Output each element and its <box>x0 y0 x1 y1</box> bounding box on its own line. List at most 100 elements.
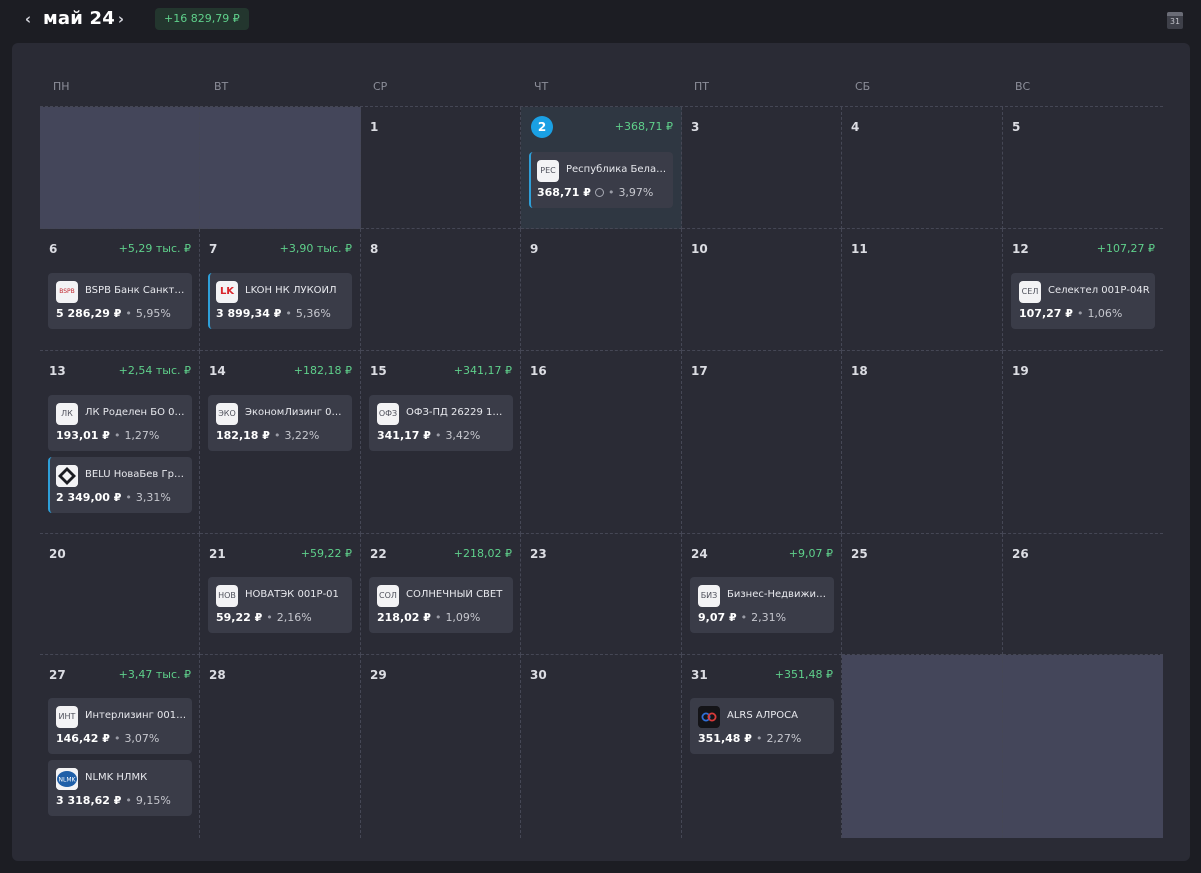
day-number: 22 <box>370 547 387 561</box>
payment-name: ЛК Роделен БО 001Р <box>85 407 187 418</box>
month-title: май 24 <box>43 8 115 29</box>
payment-card[interactable]: LK LKOH НК ЛУКОЙЛ 3 899,34 ₽ • 5,36% <box>208 273 352 329</box>
payment-amount: 5 286,29 ₽ <box>56 307 122 320</box>
svg-text:NLMK: NLMK <box>59 777 77 784</box>
day-cell-22[interactable]: 22 +218,02 ₽ СОЛ СОЛНЕЧНЫЙ СВЕТ 218,02 ₽… <box>361 534 521 655</box>
payment-name: BSPB Банк Санкт-Петербург <box>85 285 187 296</box>
day-cell-17[interactable]: 17 <box>682 351 842 534</box>
day-number: 18 <box>851 364 868 378</box>
day-cell-9[interactable]: 9 <box>521 229 682 351</box>
weekday-wed: СР <box>373 80 388 93</box>
day-cell-5[interactable]: 5 <box>1003 107 1163 229</box>
day-cell-4[interactable]: 4 <box>842 107 1003 229</box>
day-cell-27[interactable]: 27 +3,47 тыс. ₽ ИНТ Интерлизинг 001Р-05 … <box>40 655 200 838</box>
weekday-mon: ПН <box>53 80 70 93</box>
day-cell-30[interactable]: 30 <box>521 655 682 838</box>
separator-dot: • <box>1076 307 1084 320</box>
payment-amount: 182,18 ₽ <box>216 429 270 442</box>
payment-card[interactable]: ALRS АЛРОСА 351,48 ₽ • 2,27% <box>690 698 834 754</box>
payment-card[interactable]: БИЗ Бизнес-Недвижимость 9,07 ₽•2,31% <box>690 577 834 633</box>
day-number: 10 <box>691 242 708 256</box>
day-cell-6[interactable]: 6 +5,29 тыс. ₽ BSPB BSPB Банк Санкт-Пете… <box>40 229 200 351</box>
payment-card[interactable]: СЕЛ Селектел 001Р-04R 107,27 ₽ • 1,06% <box>1011 273 1155 329</box>
day-number: 30 <box>530 668 547 682</box>
day-cell-16[interactable]: 16 <box>521 351 682 534</box>
day-number: 25 <box>851 547 868 561</box>
day-number: 27 <box>49 668 66 682</box>
day-cell-21[interactable]: 21 +59,22 ₽ НОВ НОВАТЭК 001Р-01 59,22 ₽ •… <box>200 534 361 655</box>
day-number: 8 <box>370 242 379 256</box>
payment-amount-row: 146,42 ₽ • 3,07% <box>56 732 159 745</box>
day-cell-25[interactable]: 25 <box>842 534 1003 655</box>
day-cell-3[interactable]: 3 <box>682 107 842 229</box>
chevron-right-icon[interactable]: › <box>112 9 130 29</box>
day-cell-13[interactable]: 13 +2,54 тыс. ₽ ЛК ЛК Роделен БО 001Р 19… <box>40 351 200 534</box>
calendar-icon[interactable]: 31 <box>1167 12 1183 29</box>
payment-name: ALRS АЛРОСА <box>727 710 798 721</box>
payment-card[interactable]: НОВ НОВАТЭК 001Р-01 59,22 ₽ • 2,16% <box>208 577 352 633</box>
separator-dot: • <box>113 429 121 442</box>
payment-amount: 146,42 ₽ <box>56 732 110 745</box>
day-number: 17 <box>691 364 708 378</box>
day-cell-29[interactable]: 29 <box>361 655 521 838</box>
payment-card[interactable]: ЛК ЛК Роделен БО 001Р 193,01 ₽ • 1,27% <box>48 395 192 451</box>
payment-name: NLMK НЛМК <box>85 772 148 783</box>
empty-cell <box>200 107 361 229</box>
day-cell-7[interactable]: 7 +3,90 тыс. ₽ LK LKOH НК ЛУКОЙЛ 3 899,3… <box>200 229 361 351</box>
payment-card[interactable]: NLMK NLMK НЛМК 3 318,62 ₽ • 9,15% <box>48 760 192 816</box>
payment-card[interactable]: ИНТ Интерлизинг 001Р-05 146,42 ₽•3,07% <box>48 698 192 754</box>
payment-amount-row: 341,17 ₽ • 3,42% <box>377 429 480 442</box>
day-sum: +59,22 ₽ <box>300 547 352 560</box>
day-cell-8[interactable]: 8 <box>361 229 521 351</box>
payment-amount-row: 107,27 ₽ • 1,06% <box>1019 307 1122 320</box>
day-cell-20[interactable]: 20 <box>40 534 200 655</box>
day-cell-14[interactable]: 14 +182,18 ₽ ЭКО ЭкономЛизинг 001Р 182,1… <box>200 351 361 534</box>
day-number: 31 <box>691 668 708 682</box>
day-sum: +341,17 ₽ <box>453 364 512 377</box>
payment-card[interactable]: BELU НоваБев Групп 2 349,00 ₽ • 3,31% <box>48 457 192 513</box>
payment-amount: 107,27 ₽ <box>1019 307 1073 320</box>
day-cell-1[interactable]: 1 <box>361 107 521 229</box>
nlmk-logo-icon: NLMK <box>56 768 78 790</box>
payment-card[interactable]: ЭКО ЭкономЛизинг 001Р 182,18 ₽ • 3,22% <box>208 395 352 451</box>
day-number: 6 <box>49 242 58 256</box>
payment-amount-row: 368,71 ₽ • 3,97% <box>537 186 653 199</box>
day-cell-10[interactable]: 10 <box>682 229 842 351</box>
day-number: 14 <box>209 364 226 378</box>
weekday-sun: ВС <box>1015 80 1031 93</box>
separator-dot: • <box>273 429 281 442</box>
day-number: 23 <box>530 547 547 561</box>
day-cell-31[interactable]: 31 +351,48 ₽ ALRS АЛРОСА 351,48 ₽ • 2,27% <box>682 655 842 838</box>
issuer-logo: ЛК <box>56 403 78 425</box>
day-cell-24[interactable]: 24 +9,07 ₽ БИЗ Бизнес-Недвижимость 9,07 … <box>682 534 842 655</box>
separator-dot: • <box>755 732 763 745</box>
lukoil-logo-icon: LK <box>216 281 238 303</box>
day-number: 4 <box>851 120 860 134</box>
day-cell-23[interactable]: 23 <box>521 534 682 655</box>
chevron-left-icon[interactable]: ‹ <box>19 9 37 29</box>
day-cell-15[interactable]: 15 +341,17 ₽ ОФЗ ОФЗ-ПД 26229 12/11/25 3… <box>361 351 521 534</box>
payment-amount: 59,22 ₽ <box>216 611 263 624</box>
payment-card[interactable]: РЕС Республика Беларусь 368,71 ₽ •3,97% <box>529 152 673 208</box>
payment-amount: 368,71 ₽ <box>537 186 591 199</box>
payment-yield: 3,22% <box>284 429 320 442</box>
day-cell-28[interactable]: 28 <box>200 655 361 838</box>
separator-dot: • <box>125 794 132 807</box>
novabev-logo-icon <box>56 465 78 487</box>
payment-yield: 3,97% <box>618 186 654 199</box>
payment-card[interactable]: ОФЗ ОФЗ-ПД 26229 12/11/25 341,17 ₽•3,42% <box>369 395 513 451</box>
day-number: 5 <box>1012 120 1021 134</box>
separator-dot: • <box>285 307 292 320</box>
separator-dot: • <box>434 611 442 624</box>
payment-amount: 341,17 ₽ <box>377 429 431 442</box>
day-cell-2[interactable]: 2 +368,71 ₽ РЕС Республика Беларусь 368,… <box>521 107 682 229</box>
day-cell-12[interactable]: 12 +107,27 ₽ СЕЛ Селектел 001Р-04R 107,2… <box>1003 229 1163 351</box>
day-cell-11[interactable]: 11 <box>842 229 1003 351</box>
payment-card[interactable]: BSPB BSPB Банк Санкт-Петербург 5 286,29 … <box>48 273 192 329</box>
payment-card[interactable]: СОЛ СОЛНЕЧНЫЙ СВЕТ 218,02 ₽ • 1,09% <box>369 577 513 633</box>
day-cell-19[interactable]: 19 <box>1003 351 1163 534</box>
payment-amount-row: 5 286,29 ₽ • 5,95% <box>56 307 171 320</box>
day-cell-26[interactable]: 26 <box>1003 534 1163 655</box>
day-cell-18[interactable]: 18 <box>842 351 1003 534</box>
day-number: 9 <box>530 242 539 256</box>
